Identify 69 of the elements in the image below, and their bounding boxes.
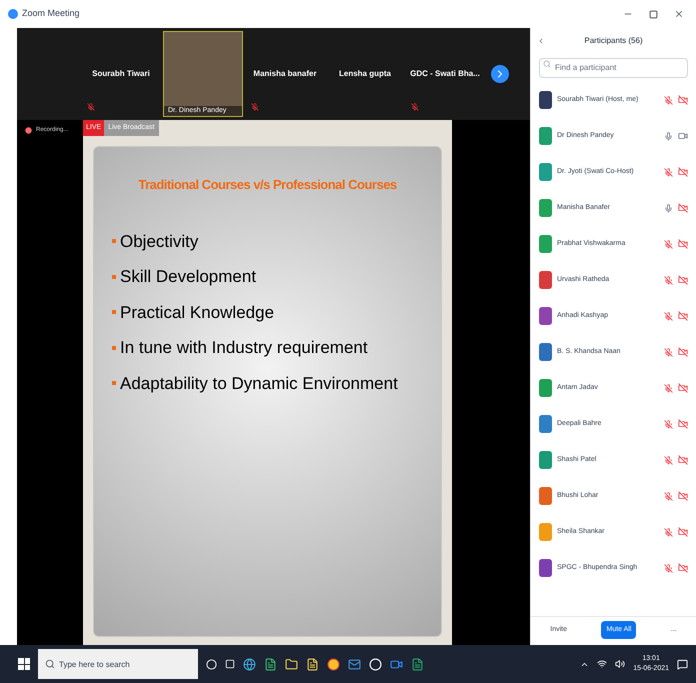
start-icon[interactable] xyxy=(18,658,30,670)
task-view-icon[interactable] xyxy=(225,659,235,669)
mic-muted-icon[interactable] xyxy=(664,420,673,428)
mic-muted-icon xyxy=(251,103,259,111)
video-off-icon[interactable] xyxy=(678,95,688,105)
bullet-icon xyxy=(112,239,116,244)
search-field[interactable]: Find a participant xyxy=(539,58,688,78)
video-off-icon[interactable] xyxy=(678,239,688,249)
video-off-icon[interactable] xyxy=(678,491,688,501)
spreadsheet-icon[interactable] xyxy=(411,658,424,670)
volume-icon[interactable] xyxy=(615,659,626,669)
mic-muted-icon[interactable] xyxy=(664,312,673,320)
taskbar-search-field[interactable]: Type here to search xyxy=(38,649,198,679)
video-off-icon[interactable] xyxy=(678,527,688,537)
close-icon[interactable] xyxy=(674,9,684,19)
slide-bullet: Objectivity xyxy=(120,230,198,252)
bullet-icon xyxy=(112,274,116,279)
mail-icon[interactable] xyxy=(348,658,361,670)
slide-title: Traditional Courses v/s Professional Courses xyxy=(137,176,398,194)
video-off-icon[interactable] xyxy=(678,563,688,573)
participant-name: Sourabh Tiwari xyxy=(92,68,150,80)
mic-muted-icon[interactable] xyxy=(664,96,673,104)
participant-name: Lensha gupta xyxy=(338,68,391,80)
mic-muted-icon[interactable] xyxy=(664,384,673,392)
mic-icon[interactable] xyxy=(664,204,673,212)
app-logo-icon xyxy=(8,9,18,19)
video-off-icon[interactable] xyxy=(678,347,688,357)
browser-icon[interactable] xyxy=(243,658,256,670)
network-icon[interactable] xyxy=(597,659,608,669)
folder-icon[interactable] xyxy=(285,658,298,670)
participant-name: Manisha banafer xyxy=(253,68,317,80)
notifications-icon[interactable] xyxy=(677,658,688,670)
panel-title: Participants (56) xyxy=(584,35,643,47)
next-page-button[interactable] xyxy=(491,65,509,83)
video-off-icon[interactable] xyxy=(678,275,688,285)
mic-muted-icon xyxy=(87,103,95,111)
bullet-icon xyxy=(112,310,116,314)
file-icon[interactable] xyxy=(306,658,319,670)
bullet-icon xyxy=(112,381,116,386)
mic-icon[interactable] xyxy=(664,132,673,140)
mic-muted-icon[interactable] xyxy=(664,456,673,464)
mic-muted-icon[interactable] xyxy=(664,348,673,356)
mic-muted-icon[interactable] xyxy=(664,276,673,284)
slide-bullet: In tune with Industry requirement xyxy=(120,337,368,359)
mic-muted-icon[interactable] xyxy=(664,564,673,572)
collapse-icon[interactable] xyxy=(537,37,545,45)
video-app-icon[interactable] xyxy=(390,658,403,670)
mic-muted-icon[interactable] xyxy=(664,168,673,176)
search-icon xyxy=(543,60,551,68)
mic-muted-icon[interactable] xyxy=(664,528,673,536)
video-off-icon[interactable] xyxy=(678,167,688,177)
recording-icon xyxy=(25,127,32,134)
slide-bullet: Skill Development xyxy=(120,266,256,288)
video-off-icon[interactable] xyxy=(678,455,688,465)
maximize-icon[interactable] xyxy=(649,10,658,18)
document-icon[interactable] xyxy=(264,658,277,670)
participant-name: GDC - Swati Bha... xyxy=(410,68,480,80)
video-off-icon[interactable] xyxy=(678,419,688,429)
slide-bullet: Adaptability to Dynamic Environment xyxy=(120,372,398,394)
slide-bullet: Practical Knowledge xyxy=(120,302,274,324)
video-off-icon[interactable] xyxy=(678,311,688,321)
bullet-icon xyxy=(112,346,116,350)
mic-muted-icon xyxy=(411,103,419,111)
mic-muted-icon[interactable] xyxy=(664,492,673,500)
video-icon[interactable] xyxy=(678,131,688,141)
video-off-icon[interactable] xyxy=(678,203,688,213)
video-off-icon[interactable] xyxy=(678,383,688,393)
window-title: Zoom Meeting xyxy=(22,7,80,20)
mic-muted-icon[interactable] xyxy=(664,240,673,248)
